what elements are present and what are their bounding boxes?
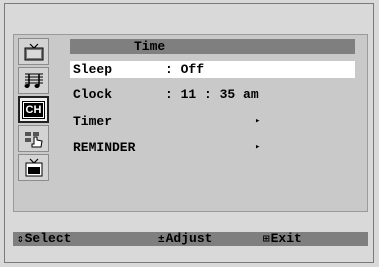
menu-item-sleep[interactable]: Sleep : Off	[70, 61, 355, 78]
setup-icon[interactable]	[18, 125, 49, 152]
channel-icon-label: CH	[21, 100, 46, 119]
sidebar: CH	[18, 38, 54, 183]
plus-minus-icon: ±	[158, 234, 165, 246]
menu-title-bar: Time	[70, 39, 355, 54]
updown-icon: ⇕	[17, 234, 24, 246]
sound-icon[interactable]	[18, 67, 49, 94]
picture-icon[interactable]	[18, 38, 49, 65]
menu-item-label: Sleep	[73, 62, 113, 77]
channel-icon[interactable]: CH	[18, 96, 49, 123]
footer-exit: ⊞Exit	[263, 232, 302, 247]
menu-item-value: : Off	[165, 62, 205, 77]
menu-item-label: Timer	[73, 114, 113, 129]
footer-adjust-label: Adjust	[165, 231, 213, 246]
menu-item-timer[interactable]: Timer ▸	[70, 113, 355, 130]
menu-item-label: Clock	[73, 87, 113, 102]
menu-item-reminder[interactable]: REMINDER ▸	[70, 139, 355, 156]
menu-item-label: REMINDER	[73, 140, 136, 155]
footer-help-bar: ⇕Select ±Adjust ⊞Exit	[13, 232, 368, 246]
footer-adjust: ±Adjust	[158, 232, 212, 247]
menu-panel: CH Time Sleep : Off Clock : 11 : 35 am T…	[13, 34, 368, 212]
submenu-arrow-icon: ▸	[255, 142, 261, 152]
menu-icon: ⊞	[263, 234, 270, 246]
footer-exit-label: Exit	[270, 231, 302, 246]
menu-title: Time	[134, 39, 166, 54]
menu-item-value: : 11 : 35 am	[165, 87, 259, 102]
input-icon[interactable]	[18, 154, 49, 181]
footer-select-label: Select	[24, 231, 72, 246]
menu-item-clock[interactable]: Clock : 11 : 35 am	[70, 86, 355, 103]
footer-select: ⇕Select	[17, 232, 71, 247]
submenu-arrow-icon: ▸	[255, 116, 261, 126]
